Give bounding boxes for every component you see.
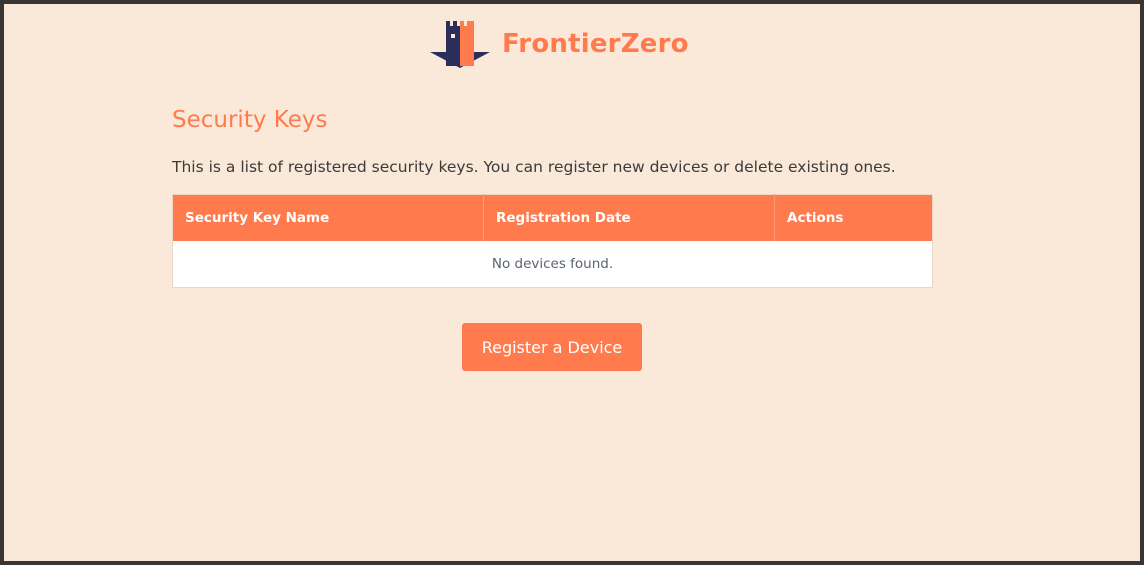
castle-tower-logo-icon	[430, 21, 490, 68]
brand-header: FrontierZero	[428, 16, 689, 72]
empty-state-message: No devices found.	[172, 241, 933, 288]
column-header-key-name: Security Key Name	[172, 194, 484, 241]
column-header-actions: Actions	[774, 194, 933, 241]
table-header-row: Security Key Name Registration Date Acti…	[172, 194, 933, 241]
register-device-button[interactable]: Register a Device	[462, 323, 642, 371]
security-keys-table: Security Key Name Registration Date Acti…	[172, 194, 933, 288]
page-frame: FrontierZero Security Keys This is a lis…	[0, 0, 1144, 565]
page-title: Security Keys	[172, 107, 328, 133]
table-empty-row: No devices found.	[172, 241, 933, 288]
column-header-registration-date: Registration Date	[483, 194, 775, 241]
page-description: This is a list of registered security ke…	[172, 158, 896, 176]
brand-name: FrontierZero	[502, 29, 689, 59]
main-content: Security Keys This is a list of register…	[172, 100, 933, 288]
